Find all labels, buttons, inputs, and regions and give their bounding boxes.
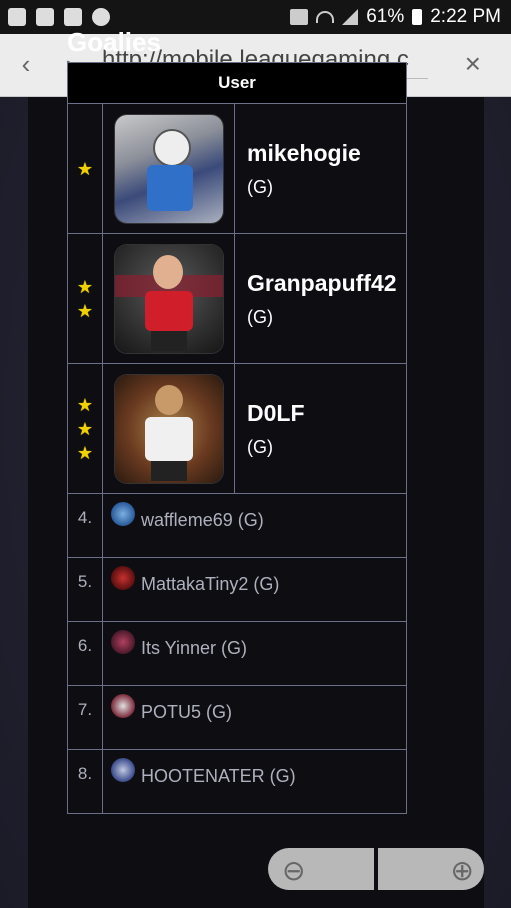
rank: 4. [67, 493, 103, 558]
team-logo-icon [111, 502, 135, 526]
signal-icon [342, 9, 359, 25]
back-icon[interactable]: ‹ [12, 50, 40, 78]
player-position: (G) [247, 306, 273, 327]
table-row[interactable]: 7. POTU5 (G) [67, 685, 407, 750]
zoom-out-button[interactable]: ⊖ [268, 848, 374, 890]
star-rating: ★ [67, 103, 103, 234]
column-header-user: User [67, 62, 407, 104]
player-link[interactable]: HOOTENATER (G) [103, 766, 406, 787]
star-icon: ★ [76, 300, 94, 321]
table-row[interactable]: 4. waffleme69 (G) [67, 493, 407, 558]
star-icon: ★ [76, 276, 94, 297]
star-rating: ★ ★ [67, 233, 103, 364]
app-notification-icon [8, 8, 26, 26]
player-link[interactable]: POTU5 (G) [103, 702, 406, 723]
table-row[interactable]: 8. HOOTENATER (G) [67, 749, 407, 814]
mute-icon [290, 9, 309, 25]
rank: 5. [67, 557, 103, 622]
team-logo-icon [111, 566, 135, 590]
avatar[interactable] [114, 374, 223, 483]
star-icon: ★ [76, 158, 94, 179]
player-name[interactable]: Granpapuff42 [247, 270, 406, 297]
battery-icon [412, 9, 423, 25]
featured-row[interactable]: ★ ★ Granpapuff42 (G) [67, 233, 407, 364]
featured-row[interactable]: ★ mikehogie (G) [67, 103, 407, 234]
section-title: Goalies [67, 27, 161, 57]
player-link[interactable]: MattakaTiny2 (G) [103, 574, 406, 595]
team-logo-icon [111, 758, 135, 782]
star-icon: ★ [76, 394, 94, 415]
player-name[interactable]: mikehogie [247, 140, 406, 167]
star-icon: ★ [76, 442, 94, 463]
team-logo-icon [111, 630, 135, 654]
clock: 2:22 PM [430, 6, 501, 27]
zoom-in-icon: ⊕ [450, 855, 474, 886]
goalies-table: User ★ mikehogie (G) ★ ★ Granpapuff42 (G… [67, 62, 407, 814]
player-position: (G) [247, 176, 273, 197]
wifi-icon [316, 11, 335, 23]
featured-row[interactable]: ★ ★ ★ D0LF (G) [67, 363, 407, 494]
rank: 7. [67, 685, 103, 750]
battery-percent: 61% [366, 6, 405, 27]
avatar[interactable] [114, 114, 223, 223]
table-row[interactable]: 6. Its Yinner (G) [67, 621, 407, 686]
nhl-icon [92, 8, 110, 26]
table-row[interactable]: 5. MattakaTiny2 (G) [67, 557, 407, 622]
player-link[interactable]: Its Yinner (G) [103, 638, 406, 659]
star-rating: ★ ★ ★ [67, 363, 103, 494]
gallery-icon [64, 8, 82, 26]
player-name[interactable]: D0LF [247, 400, 406, 427]
zoom-out-icon: ⊖ [282, 855, 306, 886]
star-icon: ★ [76, 418, 94, 439]
close-icon[interactable]: × [465, 50, 481, 78]
player-link[interactable]: waffleme69 (G) [103, 510, 406, 531]
avatar[interactable] [114, 244, 223, 353]
zoom-in-button[interactable]: ⊕ [378, 848, 484, 890]
team-logo-icon [111, 694, 135, 718]
player-position: (G) [247, 436, 273, 457]
mail-icon [36, 8, 54, 26]
rank: 6. [67, 621, 103, 686]
rank: 8. [67, 749, 103, 814]
